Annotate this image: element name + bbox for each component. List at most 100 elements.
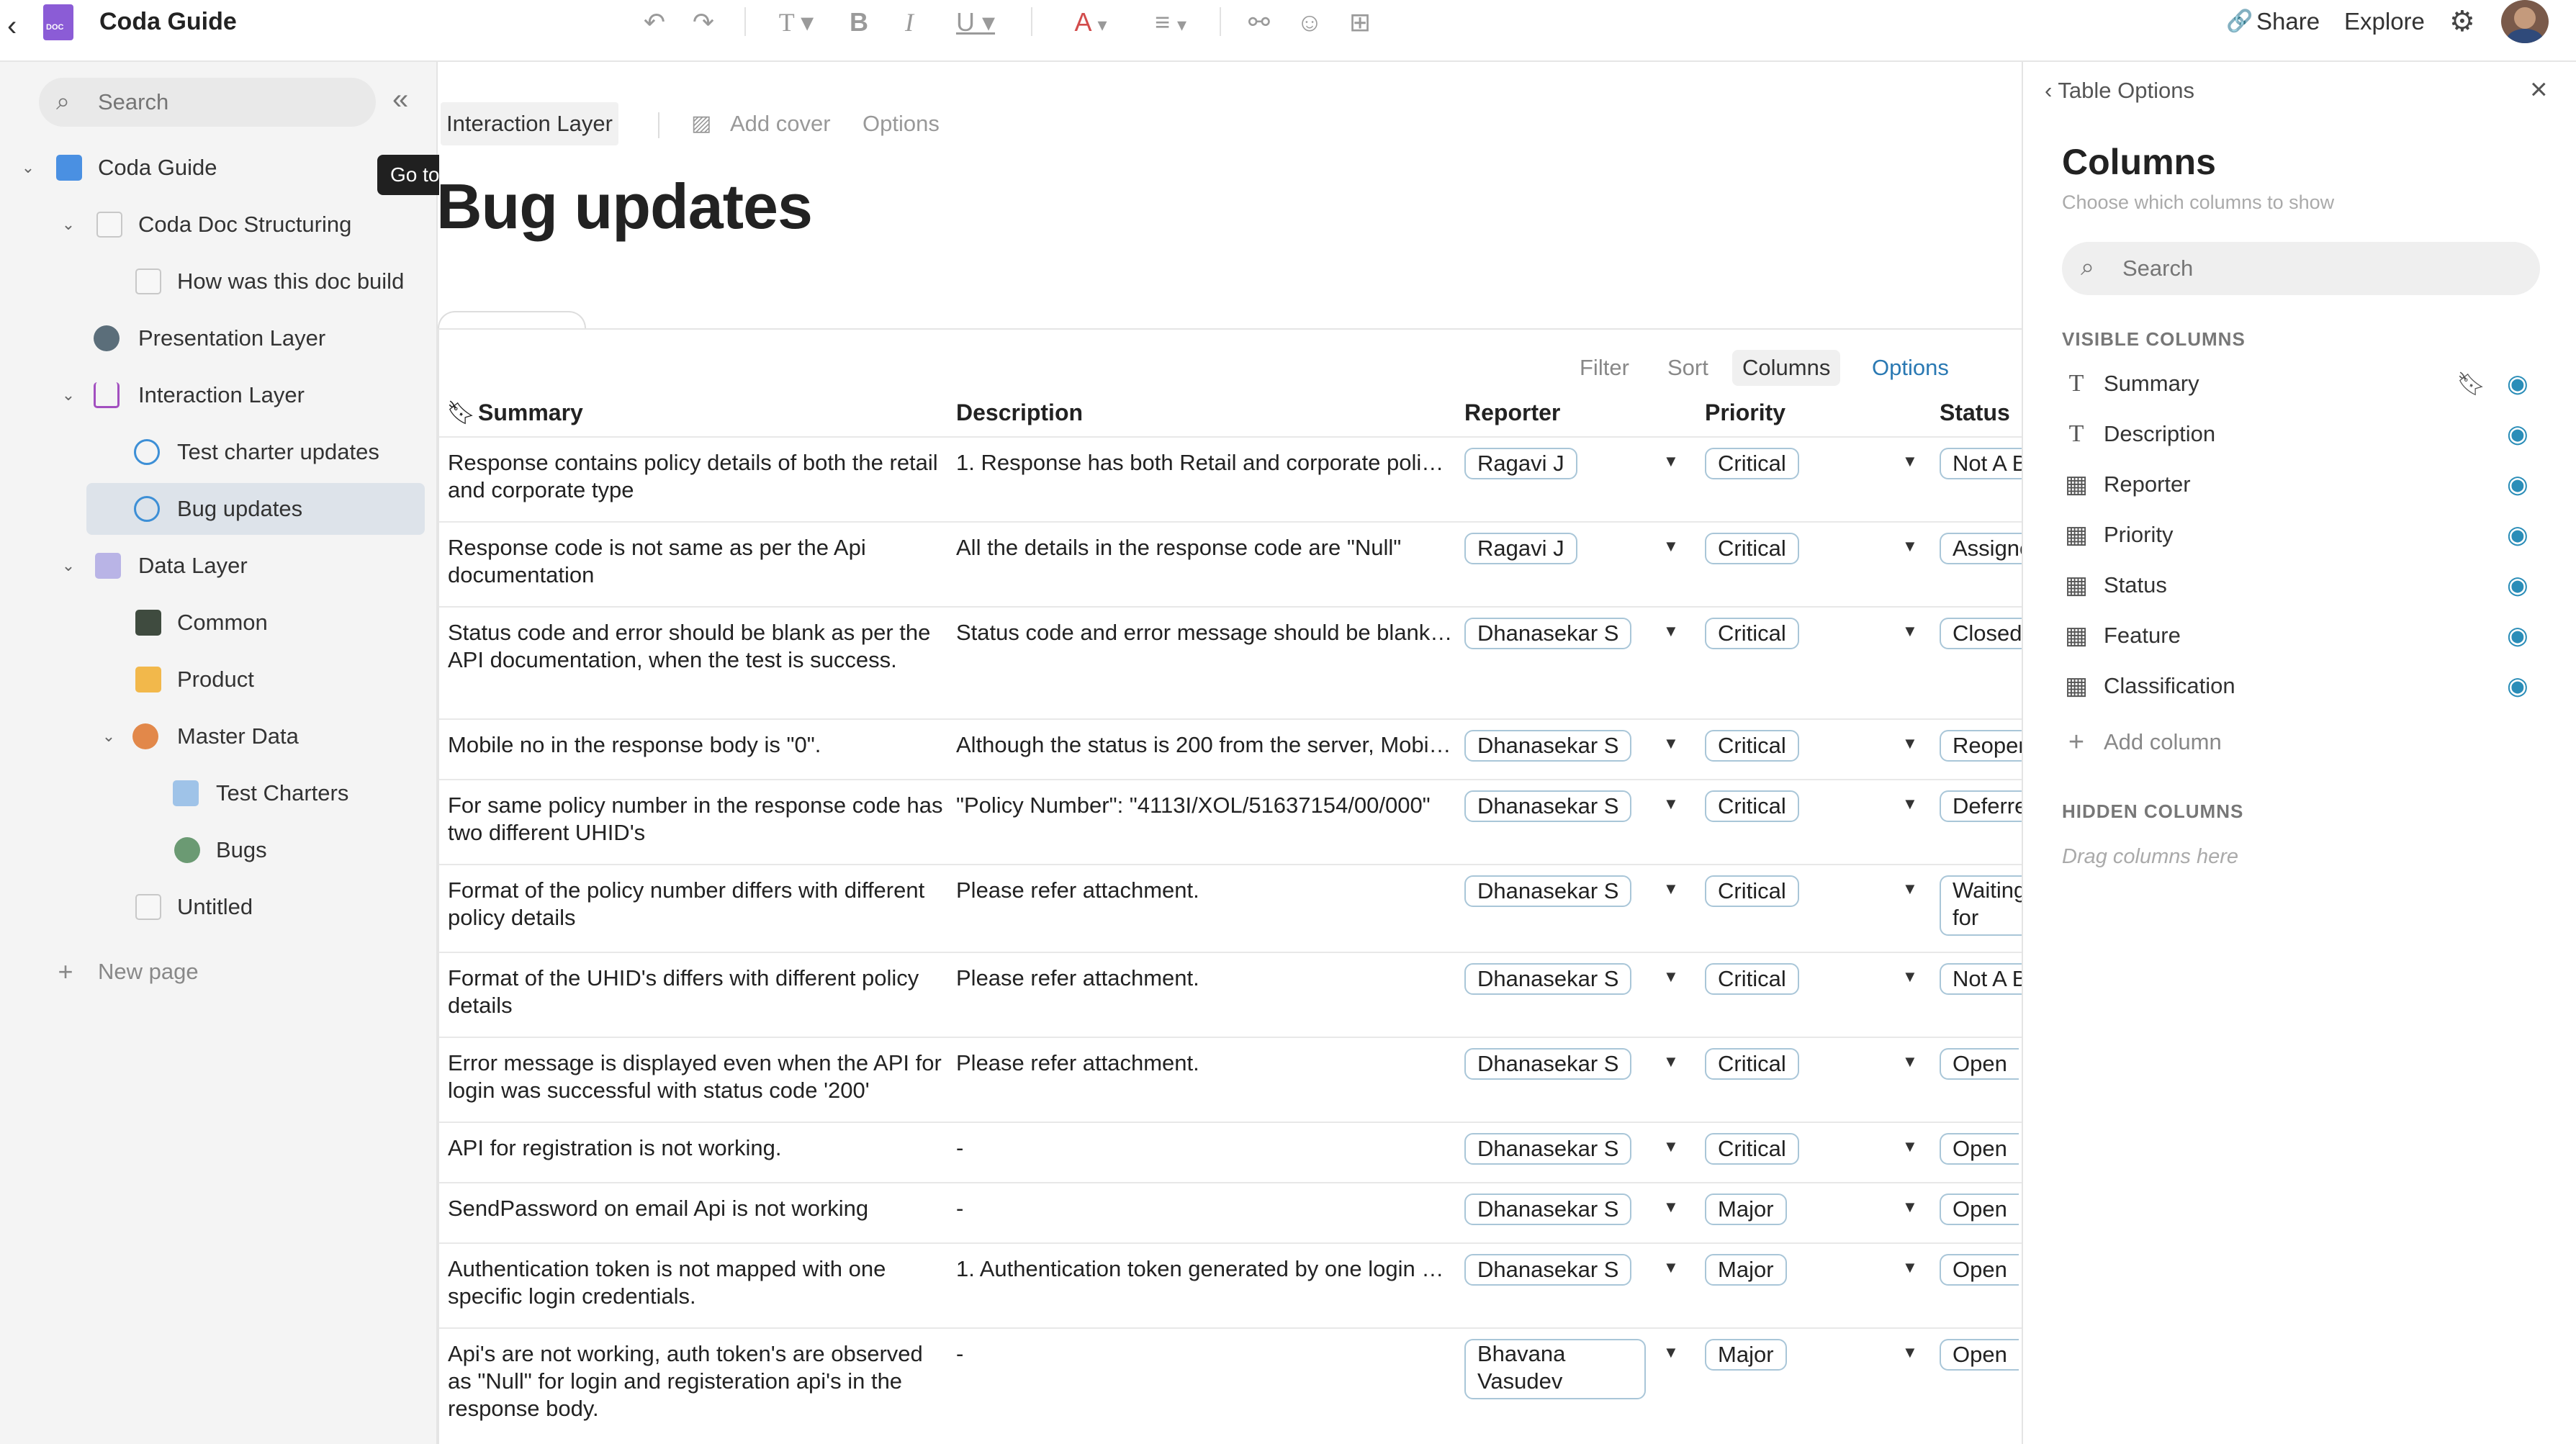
- priority-chip[interactable]: Critical: [1705, 618, 1799, 649]
- sidebar-item-how-was-this-doc-build[interactable]: How was this doc build: [98, 256, 429, 307]
- status-chip[interactable]: Open: [1940, 1254, 2019, 1286]
- sidebar-item-test-charter-updates[interactable]: Test charter updates: [98, 426, 429, 478]
- reporter-dropdown-icon[interactable]: ▼: [1663, 795, 1679, 813]
- comment-icon[interactable]: ⊞: [1343, 6, 1377, 39]
- table-row[interactable]: SendPassword on email Api is not working…: [439, 1182, 2026, 1242]
- reporter-chip[interactable]: Bhavana Vasudev: [1464, 1339, 1646, 1399]
- bookmark-icon[interactable]: 🔖︎: [2456, 361, 2486, 406]
- table-row[interactable]: API for registration is not working. - Dha…: [439, 1122, 2026, 1182]
- sidebar-item-presentation-layer[interactable]: Presentation Layer: [58, 312, 432, 364]
- column-item[interactable]: ▦ Priority ◉: [2062, 513, 2540, 557]
- reporter-dropdown-icon[interactable]: ▼: [1663, 1198, 1679, 1217]
- cell-description[interactable]: 1. Response has both Retail and corporat…: [956, 449, 1453, 477]
- back-chevron-icon[interactable]: ‹: [7, 7, 26, 45]
- cell-summary[interactable]: Status code and error should be blank as…: [448, 619, 945, 674]
- filter-button[interactable]: Filter: [1570, 350, 1639, 386]
- status-chip[interactable]: Reopened: [1940, 730, 2026, 762]
- reporter-dropdown-icon[interactable]: ▼: [1663, 1052, 1679, 1071]
- cell-summary[interactable]: Mobile no in the response body is "0".: [448, 731, 945, 759]
- table-row[interactable]: Status code and error should be blank as…: [439, 606, 2026, 718]
- reporter-chip[interactable]: Dhanasekar S: [1464, 618, 1632, 649]
- status-chip[interactable]: Deferred: [1940, 790, 2026, 822]
- doc-title[interactable]: Coda Guide: [99, 4, 237, 39]
- user-avatar[interactable]: [2501, 0, 2549, 43]
- column-header-reporter[interactable]: Reporter: [1464, 389, 1560, 436]
- close-icon[interactable]: ×: [2530, 72, 2548, 107]
- status-chip[interactable]: Open: [1940, 1133, 2019, 1165]
- settings-gear-icon[interactable]: ⚙: [2449, 4, 2475, 39]
- priority-dropdown-icon[interactable]: ▼: [1902, 967, 1918, 986]
- visibility-eye-icon[interactable]: ◉: [2507, 664, 2528, 708]
- cell-summary[interactable]: Response code is not same as per the Api…: [448, 534, 945, 589]
- priority-dropdown-icon[interactable]: ▼: [1902, 537, 1918, 556]
- reporter-chip[interactable]: Dhanasekar S: [1464, 730, 1632, 762]
- visibility-eye-icon[interactable]: ◉: [2507, 462, 2528, 507]
- reporter-chip[interactable]: Dhanasekar S: [1464, 1193, 1632, 1225]
- share-icon[interactable]: 🔗: [2226, 4, 2253, 39]
- reporter-chip[interactable]: Ragavi J: [1464, 448, 1577, 479]
- table-row[interactable]: Format of the UHID's differs with differ…: [439, 952, 2026, 1037]
- reporter-dropdown-icon[interactable]: ▼: [1663, 1343, 1679, 1362]
- text-style-icon[interactable]: T ▾: [766, 6, 827, 39]
- reporter-chip[interactable]: Dhanasekar S: [1464, 1048, 1632, 1080]
- priority-chip[interactable]: Critical: [1705, 875, 1799, 907]
- sidebar-item-test-charters[interactable]: Test Charters: [137, 767, 432, 819]
- table-row[interactable]: Api's are not working, auth token's are …: [439, 1327, 2026, 1440]
- sidebar-item-master-data[interactable]: ⌄ Master Data: [98, 710, 429, 762]
- reporter-dropdown-icon[interactable]: ▼: [1663, 537, 1679, 556]
- visibility-eye-icon[interactable]: ◉: [2507, 513, 2528, 557]
- visibility-eye-icon[interactable]: ◉: [2507, 563, 2528, 608]
- emoji-icon[interactable]: ☺: [1293, 6, 1326, 39]
- column-header-status[interactable]: Status: [1940, 389, 2010, 436]
- column-item[interactable]: T Summary 🔖︎ ◉: [2062, 361, 2540, 406]
- cell-summary[interactable]: Error message is displayed even when the…: [448, 1050, 945, 1104]
- chevron-down-icon[interactable]: ⌄: [58, 199, 79, 251]
- reporter-dropdown-icon[interactable]: ▼: [1663, 452, 1679, 471]
- reporter-dropdown-icon[interactable]: ▼: [1663, 1137, 1679, 1156]
- column-item[interactable]: T Description ◉: [2062, 412, 2540, 456]
- cell-summary[interactable]: API for registration is not working.: [448, 1134, 945, 1162]
- sidebar-item-bugs[interactable]: Bugs: [137, 824, 432, 876]
- column-item[interactable]: ▦ Classification ◉: [2062, 664, 2540, 708]
- cell-summary[interactable]: Format of the UHID's differs with differ…: [448, 965, 945, 1019]
- undo-icon[interactable]: ↶: [638, 6, 671, 39]
- sidebar-item-coda-doc-structuring[interactable]: ⌄ Coda Doc Structuring: [58, 199, 432, 251]
- page-title[interactable]: Bug updates: [436, 170, 813, 243]
- sidebar-item-bug-updates[interactable]: Bug updates: [86, 483, 425, 535]
- priority-chip[interactable]: Major: [1705, 1254, 1787, 1286]
- table-row[interactable]: Error message is displayed even when the…: [439, 1037, 2026, 1122]
- cell-summary[interactable]: Api's are not working, auth token's are …: [448, 1340, 945, 1422]
- sidebar-item-coda-guide[interactable]: ⌄ Coda Guide: [17, 142, 420, 194]
- sidebar-item-product[interactable]: Product: [98, 654, 429, 705]
- visibility-eye-icon[interactable]: ◉: [2507, 361, 2528, 406]
- cell-description[interactable]: Although the status is 200 from the serv…: [956, 731, 1453, 759]
- cell-description[interactable]: All the details in the response code are…: [956, 534, 1453, 561]
- cell-description[interactable]: -: [956, 1134, 1453, 1162]
- reporter-chip[interactable]: Dhanasekar S: [1464, 963, 1632, 995]
- breadcrumb-parent[interactable]: Interaction Layer: [441, 102, 618, 145]
- priority-dropdown-icon[interactable]: ▼: [1902, 622, 1918, 641]
- status-chip[interactable]: Assigned: [1940, 533, 2026, 564]
- status-chip[interactable]: Open: [1940, 1339, 2019, 1371]
- italic-icon[interactable]: I: [897, 6, 922, 39]
- reporter-chip[interactable]: Dhanasekar S: [1464, 875, 1632, 907]
- status-chip[interactable]: Waiting for Inputs: [1940, 875, 2026, 936]
- add-column-button[interactable]: + Add column: [2062, 720, 2540, 764]
- priority-chip[interactable]: Critical: [1705, 533, 1799, 564]
- priority-dropdown-icon[interactable]: ▼: [1902, 452, 1918, 471]
- cell-summary[interactable]: Response contains policy details of both…: [448, 449, 945, 504]
- visibility-eye-icon[interactable]: ◉: [2507, 613, 2528, 658]
- reporter-dropdown-icon[interactable]: ▼: [1663, 1258, 1679, 1277]
- priority-chip[interactable]: Critical: [1705, 1133, 1799, 1165]
- chevron-down-icon[interactable]: ⌄: [17, 142, 39, 194]
- status-chip[interactable]: Closed: [1940, 618, 2026, 649]
- priority-chip[interactable]: Major: [1705, 1339, 1787, 1371]
- table-options-button[interactable]: Options: [1862, 350, 1959, 386]
- priority-dropdown-icon[interactable]: ▼: [1902, 1052, 1918, 1071]
- cell-summary[interactable]: For same policy number in the response c…: [448, 792, 945, 847]
- priority-dropdown-icon[interactable]: ▼: [1902, 1258, 1918, 1277]
- reporter-dropdown-icon[interactable]: ▼: [1663, 734, 1679, 753]
- sidebar-item-common[interactable]: Common: [98, 597, 429, 649]
- cell-summary[interactable]: Format of the policy number differs with…: [448, 877, 945, 931]
- priority-chip[interactable]: Critical: [1705, 730, 1799, 762]
